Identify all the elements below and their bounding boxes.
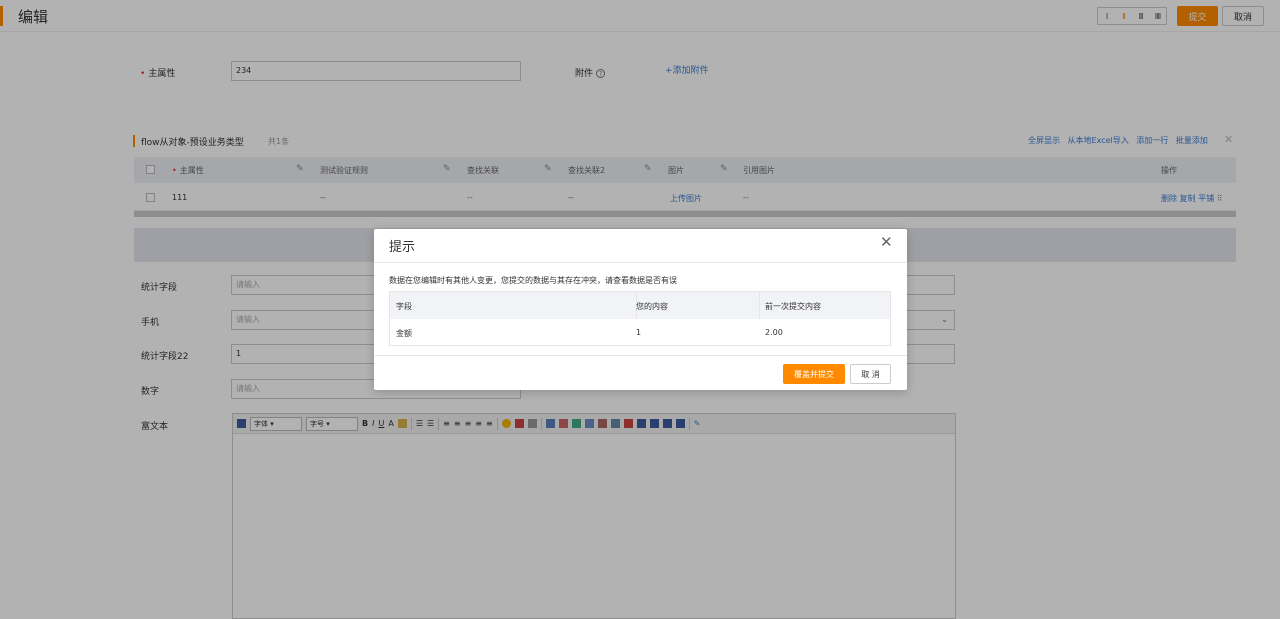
row-previous-content: 2.00 [765, 328, 783, 337]
dialog-cancel-button[interactable]: 取 消 [850, 364, 891, 384]
row-your-content: 1 [636, 328, 642, 337]
column-separator [759, 292, 760, 319]
header-your-content: 您的内容 [636, 302, 668, 311]
row-field: 金额 [396, 329, 412, 338]
dialog-footer-divider [374, 355, 907, 356]
header-previous-content: 前一次提交内容 [765, 302, 821, 311]
dialog-message: 数据在您编辑时有其他人变更，您提交的数据与其存在冲突，请查看数据是否有误 [389, 276, 677, 285]
overwrite-submit-button[interactable]: 覆盖并提交 [783, 364, 845, 384]
conflict-table: 字段 您的内容 前一次提交内容 金额 1 2.00 [389, 291, 891, 346]
conflict-dialog: 提示 ✕ 数据在您编辑时有其他人变更，您提交的数据与其存在冲突，请查看数据是否有… [374, 229, 907, 390]
dialog-title: 提示 [389, 240, 416, 255]
header-field: 字段 [396, 302, 412, 311]
dialog-divider [374, 262, 907, 263]
close-icon[interactable]: ✕ [880, 233, 893, 251]
